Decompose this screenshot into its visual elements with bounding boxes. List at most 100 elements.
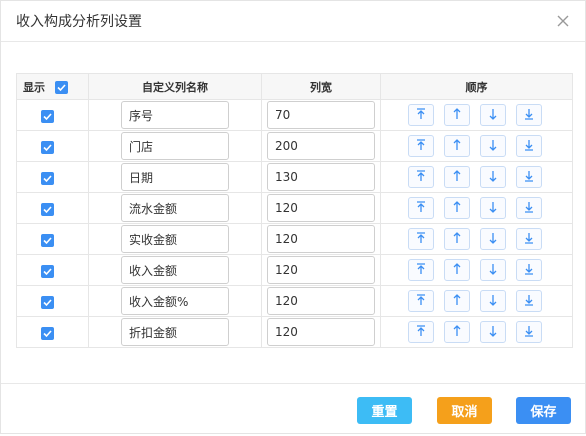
row-show-cell: [16, 254, 89, 286]
row-visible-checkbox[interactable]: [41, 140, 54, 154]
close-icon[interactable]: [555, 13, 571, 29]
move-to-top-button[interactable]: [408, 104, 434, 126]
header-order: 顺序: [380, 73, 573, 100]
move-down-button[interactable]: [480, 259, 506, 281]
move-up-button[interactable]: [444, 290, 470, 312]
move-up-icon: [450, 261, 464, 280]
header-column-name: 自定义列名称: [88, 73, 262, 100]
row-name-cell: 日期: [88, 161, 262, 193]
row-order-cell: [380, 316, 573, 348]
move-to-bottom-button[interactable]: [516, 197, 542, 219]
move-to-top-button[interactable]: [408, 197, 434, 219]
move-to-bottom-button[interactable]: [516, 135, 542, 157]
column-settings-table: 显示 自定义列名称 列宽 顺序 序号 70 门店 200 日期 130 流水金额 120 实收金…: [16, 73, 573, 348]
move-to-top-button[interactable]: [408, 259, 434, 281]
move-to-top-icon: [414, 199, 428, 218]
row-show-cell: [16, 223, 89, 255]
move-down-button[interactable]: [480, 104, 506, 126]
move-down-icon: [486, 168, 500, 187]
column-width-input[interactable]: 200: [267, 132, 375, 160]
row-visible-checkbox[interactable]: [41, 202, 54, 216]
table-row: 实收金额 120: [16, 223, 573, 255]
column-name-input[interactable]: 折扣金额: [121, 318, 229, 346]
move-down-button[interactable]: [480, 321, 506, 343]
column-name-input[interactable]: 日期: [121, 163, 229, 191]
column-width-input[interactable]: 120: [267, 318, 375, 346]
move-up-button[interactable]: [444, 197, 470, 219]
move-up-button[interactable]: [444, 166, 470, 188]
move-to-bottom-icon: [522, 230, 536, 249]
column-name-input[interactable]: 序号: [121, 101, 229, 129]
row-visible-checkbox[interactable]: [41, 233, 54, 247]
move-down-button[interactable]: [480, 197, 506, 219]
column-name-input[interactable]: 实收金额: [121, 225, 229, 253]
move-to-top-button[interactable]: [408, 166, 434, 188]
row-visible-checkbox[interactable]: [41, 295, 54, 309]
row-name-cell: 流水金额: [88, 192, 262, 224]
move-down-button[interactable]: [480, 166, 506, 188]
row-visible-checkbox[interactable]: [41, 171, 54, 185]
move-down-icon: [486, 292, 500, 311]
move-to-bottom-button[interactable]: [516, 259, 542, 281]
move-to-bottom-button[interactable]: [516, 228, 542, 250]
order-buttons: [381, 135, 572, 157]
row-visible-checkbox[interactable]: [41, 326, 54, 340]
move-up-icon: [450, 323, 464, 342]
move-up-button[interactable]: [444, 104, 470, 126]
move-down-button[interactable]: [480, 228, 506, 250]
column-name-input[interactable]: 门店: [121, 132, 229, 160]
move-to-top-button[interactable]: [408, 135, 434, 157]
table-row: 收入金额 120: [16, 254, 573, 286]
table-row: 折扣金额 120: [16, 316, 573, 348]
column-name-input[interactable]: 收入金额: [121, 256, 229, 284]
move-up-button[interactable]: [444, 321, 470, 343]
column-width-input[interactable]: 120: [267, 256, 375, 284]
column-width-input[interactable]: 120: [267, 194, 375, 222]
row-width-cell: 70: [261, 99, 381, 131]
move-to-top-button[interactable]: [408, 290, 434, 312]
dialog-title: 收入构成分析列设置: [16, 14, 142, 30]
row-show-cell: [16, 285, 89, 317]
move-up-button[interactable]: [444, 259, 470, 281]
dialog-footer: 重置 取消 保存: [1, 383, 585, 436]
move-down-icon: [486, 230, 500, 249]
move-up-button[interactable]: [444, 135, 470, 157]
select-all-checkbox[interactable]: [54, 81, 68, 94]
column-width-input[interactable]: 130: [267, 163, 375, 191]
column-name-input[interactable]: 收入金额%: [121, 287, 229, 315]
row-width-cell: 130: [261, 161, 381, 193]
row-width-cell: 120: [261, 316, 381, 348]
move-up-button[interactable]: [444, 228, 470, 250]
row-visible-checkbox[interactable]: [41, 264, 54, 278]
move-to-bottom-button[interactable]: [516, 290, 542, 312]
move-to-bottom-icon: [522, 168, 536, 187]
move-to-bottom-icon: [522, 106, 536, 125]
move-down-button[interactable]: [480, 135, 506, 157]
row-order-cell: [380, 99, 573, 131]
dialog-header: 收入构成分析列设置: [1, 1, 585, 42]
column-width-input[interactable]: 70: [267, 101, 375, 129]
table-row: 流水金额 120: [16, 192, 573, 224]
move-to-top-button[interactable]: [408, 228, 434, 250]
save-button[interactable]: 保存: [516, 397, 571, 424]
table-row: 序号 70: [16, 99, 573, 131]
move-to-top-icon: [414, 168, 428, 187]
move-down-button[interactable]: [480, 290, 506, 312]
column-name-input[interactable]: 流水金额: [121, 194, 229, 222]
move-to-bottom-button[interactable]: [516, 104, 542, 126]
cancel-button[interactable]: 取消: [437, 397, 492, 424]
move-to-bottom-button[interactable]: [516, 166, 542, 188]
column-width-input[interactable]: 120: [267, 225, 375, 253]
move-to-bottom-icon: [522, 137, 536, 156]
column-settings-dialog: 收入构成分析列设置 显示 自定义列名称 列宽 顺序 序号 70 门店 200 日…: [0, 0, 586, 434]
move-to-bottom-icon: [522, 261, 536, 280]
reset-button[interactable]: 重置: [357, 397, 412, 424]
row-visible-checkbox[interactable]: [41, 109, 54, 123]
row-order-cell: [380, 223, 573, 255]
move-to-bottom-button[interactable]: [516, 321, 542, 343]
move-to-top-button[interactable]: [408, 321, 434, 343]
order-buttons: [381, 290, 572, 312]
row-show-cell: [16, 316, 89, 348]
column-width-input[interactable]: 120: [267, 287, 375, 315]
row-name-cell: 收入金额: [88, 254, 262, 286]
